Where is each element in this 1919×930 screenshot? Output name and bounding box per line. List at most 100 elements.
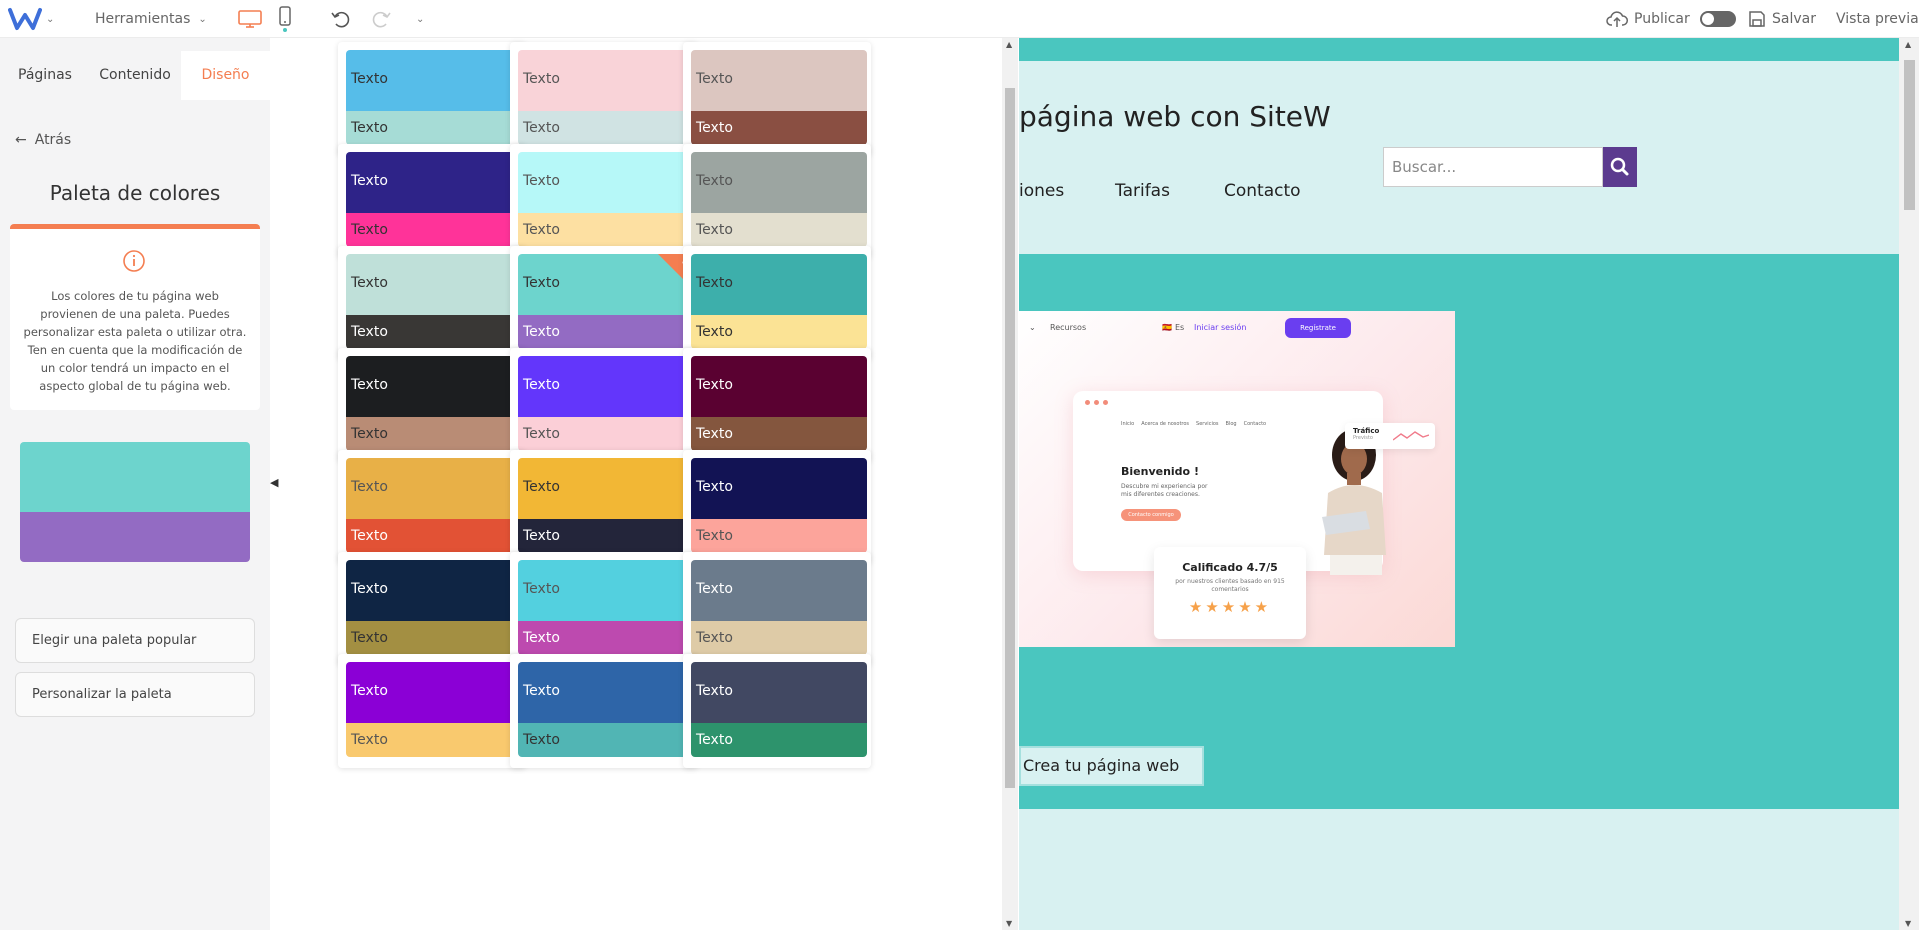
site-search-input[interactable]: Buscar... <box>1383 147 1603 187</box>
tools-label: Herramientas <box>95 11 191 27</box>
palette-card[interactable]: Texto Texto <box>338 450 526 564</box>
palette-primary-label: Texto <box>351 377 388 393</box>
tab-design[interactable]: Diseño <box>181 51 270 100</box>
desktop-icon <box>238 10 262 28</box>
palette-secondary-label: Texto <box>523 528 560 544</box>
palette-secondary-label: Texto <box>523 120 560 136</box>
palette-primary-label: Texto <box>696 377 733 393</box>
info-text: Los colores de tu página web provienen d… <box>23 289 247 393</box>
palette-secondary-color: Texto <box>518 417 694 451</box>
palette-swatch: Texto Texto <box>518 152 694 247</box>
logo-menu-chevron-icon[interactable]: ⌄ <box>46 0 54 38</box>
scroll-up-arrow-icon[interactable]: ▲ <box>1006 40 1012 49</box>
desktop-view-button[interactable] <box>236 0 264 38</box>
palette-card[interactable]: Texto Texto <box>338 654 526 768</box>
palette-card[interactable]: Texto Texto <box>683 246 871 360</box>
palette-card[interactable]: Texto Texto <box>683 552 871 666</box>
palette-primary-label: Texto <box>696 275 733 291</box>
palette-card[interactable]: Texto Texto <box>510 144 698 258</box>
site-nav-item[interactable]: iones <box>1019 181 1064 201</box>
palette-card[interactable]: Texto Texto <box>683 450 871 564</box>
palette-primary-label: Texto <box>696 479 733 495</box>
palette-card[interactable]: Texto Texto <box>510 552 698 666</box>
palette-secondary-label: Texto <box>523 732 560 748</box>
palette-secondary-color: Texto <box>691 315 867 349</box>
redo-icon <box>372 11 391 28</box>
palette-primary-label: Texto <box>523 377 560 393</box>
hero-image[interactable]: ⌄ Recursos 🇪🇸 Es Iniciar sesión Regístra… <box>1019 311 1455 647</box>
palette-secondary-color: Texto <box>691 519 867 553</box>
hero-welcome-title: Bienvenido ! <box>1121 465 1199 478</box>
palette-card[interactable]: Texto Texto <box>510 246 698 360</box>
preview-scrollbar[interactable]: ▲ ▼ <box>1899 38 1919 930</box>
palette-primary-color: Texto <box>346 152 522 213</box>
palette-swatch: Texto Texto <box>691 662 867 757</box>
palette-primary-label: Texto <box>523 71 560 87</box>
palette-secondary-label: Texto <box>696 426 733 442</box>
save-button[interactable]: Salvar <box>1748 0 1816 38</box>
search-icon <box>1610 157 1629 176</box>
palette-primary-color: Texto <box>518 152 694 213</box>
palette-card[interactable]: Texto Texto <box>683 42 871 156</box>
publish-toggle[interactable] <box>1699 11 1736 27</box>
panel-title: Paleta de colores <box>49 181 221 205</box>
palette-secondary-label: Texto <box>523 222 560 238</box>
palette-card[interactable]: Texto Texto <box>510 654 698 768</box>
site-nav-item[interactable]: Contacto <box>1224 181 1301 201</box>
palette-card[interactable]: Texto Texto <box>510 450 698 564</box>
mobile-view-button[interactable] <box>274 0 296 38</box>
palette-card[interactable]: Texto Texto <box>683 348 871 462</box>
scrollbar-thumb[interactable] <box>1904 60 1915 210</box>
scroll-up-arrow-icon[interactable]: ▲ <box>1905 40 1911 49</box>
site-title[interactable]: página web con SiteW <box>1019 100 1331 133</box>
redo-button[interactable] <box>370 0 392 38</box>
palette-primary-color: Texto <box>691 152 867 213</box>
palette-primary-color: Texto <box>691 662 867 723</box>
history-menu-chevron-icon[interactable]: ⌄ <box>416 0 424 38</box>
palette-primary-label: Texto <box>696 581 733 597</box>
palette-secondary-label: Texto <box>696 324 733 340</box>
mobile-icon <box>279 6 291 26</box>
palette-card[interactable]: Texto Texto <box>683 654 871 768</box>
customize-palette-button[interactable]: Personalizar la paleta <box>15 672 255 717</box>
tab-content[interactable]: Contenido <box>90 51 180 100</box>
hero-traffic-card: Tráfico Previsto <box>1345 423 1435 449</box>
palette-card[interactable]: Texto Texto <box>510 348 698 462</box>
palette-primary-label: Texto <box>351 479 388 495</box>
preview-button[interactable]: Vista previa <box>1836 0 1919 38</box>
palette-primary-label: Texto <box>696 173 733 189</box>
palette-swatch: Texto Texto <box>346 50 522 145</box>
site-nav-item[interactable]: Tarifas <box>1115 181 1170 201</box>
palette-swatch: Texto Texto <box>346 356 522 451</box>
palette-card[interactable]: Texto Texto <box>338 552 526 666</box>
publish-control[interactable]: Publicar <box>1606 0 1736 38</box>
site-search-button[interactable] <box>1603 147 1637 187</box>
palette-secondary-label: Texto <box>351 324 388 340</box>
collapse-panel-arrow-icon[interactable]: ◀ <box>270 476 278 489</box>
palette-primary-color: Texto <box>346 662 522 723</box>
scroll-down-arrow-icon[interactable]: ▼ <box>1006 919 1012 928</box>
palette-primary-color: Texto <box>346 254 522 315</box>
palette-swatch: Texto Texto <box>346 458 522 553</box>
scroll-down-arrow-icon[interactable]: ▼ <box>1905 919 1911 928</box>
palette-card[interactable]: Texto Texto <box>338 348 526 462</box>
choose-popular-palette-button[interactable]: Elegir una paleta popular <box>15 618 255 663</box>
palette-card[interactable]: Texto Texto <box>683 144 871 258</box>
back-link[interactable]: ← Atrás <box>15 132 71 148</box>
scrollbar-thumb[interactable] <box>1005 88 1015 788</box>
palette-secondary-color: Texto <box>691 621 867 655</box>
sitew-logo[interactable] <box>8 0 48 38</box>
palette-card[interactable]: Texto Texto <box>338 144 526 258</box>
palette-primary-color: Texto <box>691 50 867 111</box>
palette-card[interactable]: Texto Texto <box>338 42 526 156</box>
palette-grid-scrollbar[interactable]: ▲ ▼ <box>1002 38 1018 930</box>
tab-pages[interactable]: Páginas <box>0 51 90 100</box>
palette-card[interactable]: Texto Texto <box>338 246 526 360</box>
tools-menu[interactable]: Herramientas ⌄ <box>95 0 207 38</box>
site-cta-button[interactable]: Crea tu página web <box>1019 746 1204 786</box>
site-hero-section[interactable]: ⌄ Recursos 🇪🇸 Es Iniciar sesión Regístra… <box>1019 254 1899 809</box>
hero-welcome-text: Descubre mi experiencia por mis diferent… <box>1121 483 1208 498</box>
save-icon <box>1749 11 1765 27</box>
undo-button[interactable] <box>330 0 352 38</box>
palette-card[interactable]: Texto Texto <box>510 42 698 156</box>
